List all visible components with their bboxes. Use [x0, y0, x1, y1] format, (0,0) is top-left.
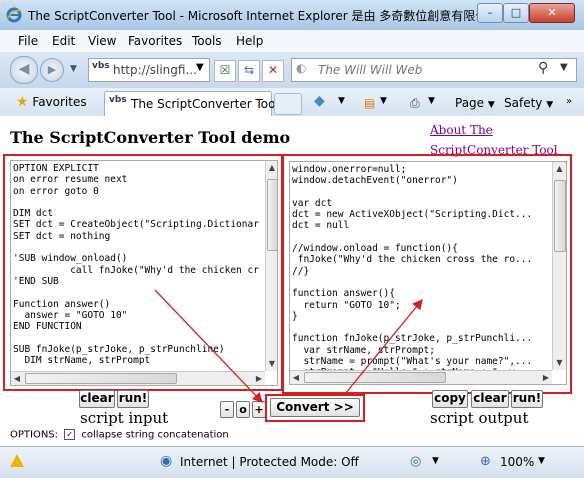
page-heading: The ScriptConverter Tool demo [10, 128, 291, 147]
input-code: OPTION EXPLICIT on error resume next on … [13, 163, 259, 367]
chevron-down-icon: ▼ [487, 100, 495, 110]
options-row: OPTIONS: ✓ collapse string concatenation [10, 429, 229, 441]
output-copy-button[interactable]: copy [432, 390, 468, 408]
tab-bar: ★ Favorites vbs The ScriptConverter Tool… [0, 88, 584, 117]
forward-button[interactable]: ▶ [40, 58, 64, 82]
tab-label: The ScriptConverter Tool [131, 97, 279, 111]
zoom-dropdown-icon[interactable]: ▼ [538, 456, 545, 466]
output-horizontal-scrollbar[interactable]: ◀ ▶ [290, 370, 552, 384]
menu-help[interactable]: Help [236, 34, 263, 48]
home-icon[interactable]: ◆ [314, 93, 325, 109]
search-placeholder: The Will Will Web [318, 63, 423, 77]
menu-tools[interactable]: Tools [192, 34, 222, 48]
menu-favorites[interactable]: Favorites [128, 34, 182, 48]
more-tools-icon[interactable]: » [566, 96, 572, 107]
input-horizontal-scrollbar[interactable]: ◀ ▶ [11, 371, 265, 385]
output-vertical-scrollbar[interactable]: ▲ ▼ [552, 162, 566, 370]
zoom-level[interactable]: 100% [500, 455, 534, 469]
script-input-textarea[interactable]: OPTION EXPLICIT on error resume next on … [10, 160, 278, 386]
script-output-textarea[interactable]: window.onerror=null; window.detachEvent(… [289, 161, 567, 385]
accelerator-icon[interactable]: ◎ [410, 454, 421, 469]
status-zone[interactable]: Internet | Protected Mode: Off [180, 455, 359, 469]
ie-logo-icon [6, 7, 22, 23]
history-dropdown-icon[interactable]: ▼ [70, 64, 77, 74]
scroll-right-icon[interactable]: ▶ [253, 372, 265, 385]
menu-view[interactable]: View [88, 34, 116, 48]
print-icon[interactable]: ⎙ [410, 96, 420, 111]
menu-file[interactable]: File [18, 34, 38, 48]
new-tab-button[interactable] [274, 93, 302, 115]
font-larger-button[interactable]: + [252, 401, 266, 418]
scroll-up-icon[interactable]: ▲ [266, 161, 277, 175]
scroll-down-icon[interactable]: ▼ [553, 356, 566, 370]
zoom-icon: ⊕ [480, 454, 491, 469]
search-field[interactable]: ◐ The Will Will Web ⚲ ▼ [291, 58, 577, 82]
scroll-left-icon[interactable]: ◀ [11, 372, 23, 385]
compatibility-view-icon[interactable]: ☒ [214, 60, 236, 82]
safety-menu-label: Safety [504, 96, 543, 110]
output-clear-button[interactable]: clear [471, 390, 509, 408]
collapse-concatenation-checkbox[interactable]: ✓ [64, 429, 76, 440]
refresh-icon[interactable]: ⇆ [238, 60, 260, 82]
search-dropdown-icon[interactable]: ▼ [560, 62, 568, 73]
stop-icon[interactable]: ✕ [262, 60, 284, 82]
status-bar: ◉ Internet | Protected Mode: Off ◎ ▼ ⊕ 1… [0, 446, 584, 478]
input-caption: script input [80, 409, 169, 427]
scroll-thumb[interactable] [25, 373, 177, 384]
title-bar: The ScriptConverter Tool - Microsoft Int… [0, 0, 584, 31]
output-code: window.onerror=null; window.detachEvent(… [292, 164, 533, 370]
address-toolbar: ◀ ▶ ▼ vbs http://slingfi... ▼ ☒ ⇆ ✕ ◐ Th… [0, 52, 584, 89]
scroll-down-icon[interactable]: ▼ [266, 357, 277, 371]
input-clear-button[interactable]: clear [79, 390, 115, 408]
search-provider-icon: ◐ [296, 61, 307, 75]
scroll-left-icon[interactable]: ◀ [290, 371, 302, 384]
scroll-up-icon[interactable]: ▲ [553, 162, 566, 176]
convert-button[interactable]: Convert >> [270, 398, 360, 417]
search-icon[interactable]: ⚲ [538, 60, 548, 76]
menu-bar: File Edit View Favorites Tools Help [0, 30, 584, 53]
chevron-down-icon[interactable]: ▼ [196, 62, 204, 73]
scroll-right-icon[interactable]: ▶ [540, 371, 552, 384]
globe-icon: ◉ [160, 453, 173, 469]
favorites-label: Favorites [32, 95, 87, 109]
site-icon: vbs [109, 95, 127, 105]
output-caption: script output [430, 409, 529, 427]
scroll-thumb[interactable] [554, 180, 566, 252]
page-content: The ScriptConverter Tool demo About The … [0, 116, 584, 446]
warning-icon [10, 454, 24, 467]
page-menu[interactable]: Page ▼ [455, 96, 495, 110]
safety-menu[interactable]: Safety ▼ [504, 96, 553, 110]
scroll-thumb[interactable] [304, 372, 446, 383]
window-title: The ScriptConverter Tool - Microsoft Int… [28, 9, 499, 23]
close-button[interactable]: ✕ [529, 3, 575, 23]
maximize-button[interactable]: □ [503, 3, 529, 23]
star-icon: ★ [16, 94, 29, 110]
tab-active[interactable]: vbs The ScriptConverter Tool [104, 91, 279, 116]
feeds-icon[interactable]: ▤ [364, 96, 375, 110]
chevron-down-icon[interactable]: ▼ [432, 456, 439, 466]
print-dropdown-icon[interactable]: ▼ [428, 96, 435, 106]
feeds-dropdown-icon[interactable]: ▼ [380, 96, 387, 106]
site-icon: vbs [92, 61, 110, 71]
minimize-button[interactable]: – [477, 3, 503, 23]
options-label: OPTIONS: [10, 429, 59, 441]
input-vertical-scrollbar[interactable]: ▲ ▼ [265, 161, 277, 371]
favorites-button[interactable]: ★ Favorites [16, 94, 87, 110]
back-button[interactable]: ◀ [10, 56, 38, 84]
page-menu-label: Page [455, 96, 485, 110]
menu-edit[interactable]: Edit [52, 34, 75, 48]
scroll-thumb[interactable] [267, 179, 277, 251]
address-field[interactable]: vbs http://slingfi... ▼ [88, 58, 210, 82]
font-reset-button[interactable]: o [236, 401, 250, 418]
options-checkbox-label: collapse string concatenation [81, 429, 229, 441]
output-run-button[interactable]: run! [511, 390, 543, 408]
input-run-button[interactable]: run! [117, 390, 149, 408]
chevron-down-icon: ▼ [546, 100, 554, 110]
address-url: http://slingfi... [113, 63, 197, 77]
font-smaller-button[interactable]: - [220, 401, 234, 418]
home-dropdown-icon[interactable]: ▼ [338, 96, 345, 106]
